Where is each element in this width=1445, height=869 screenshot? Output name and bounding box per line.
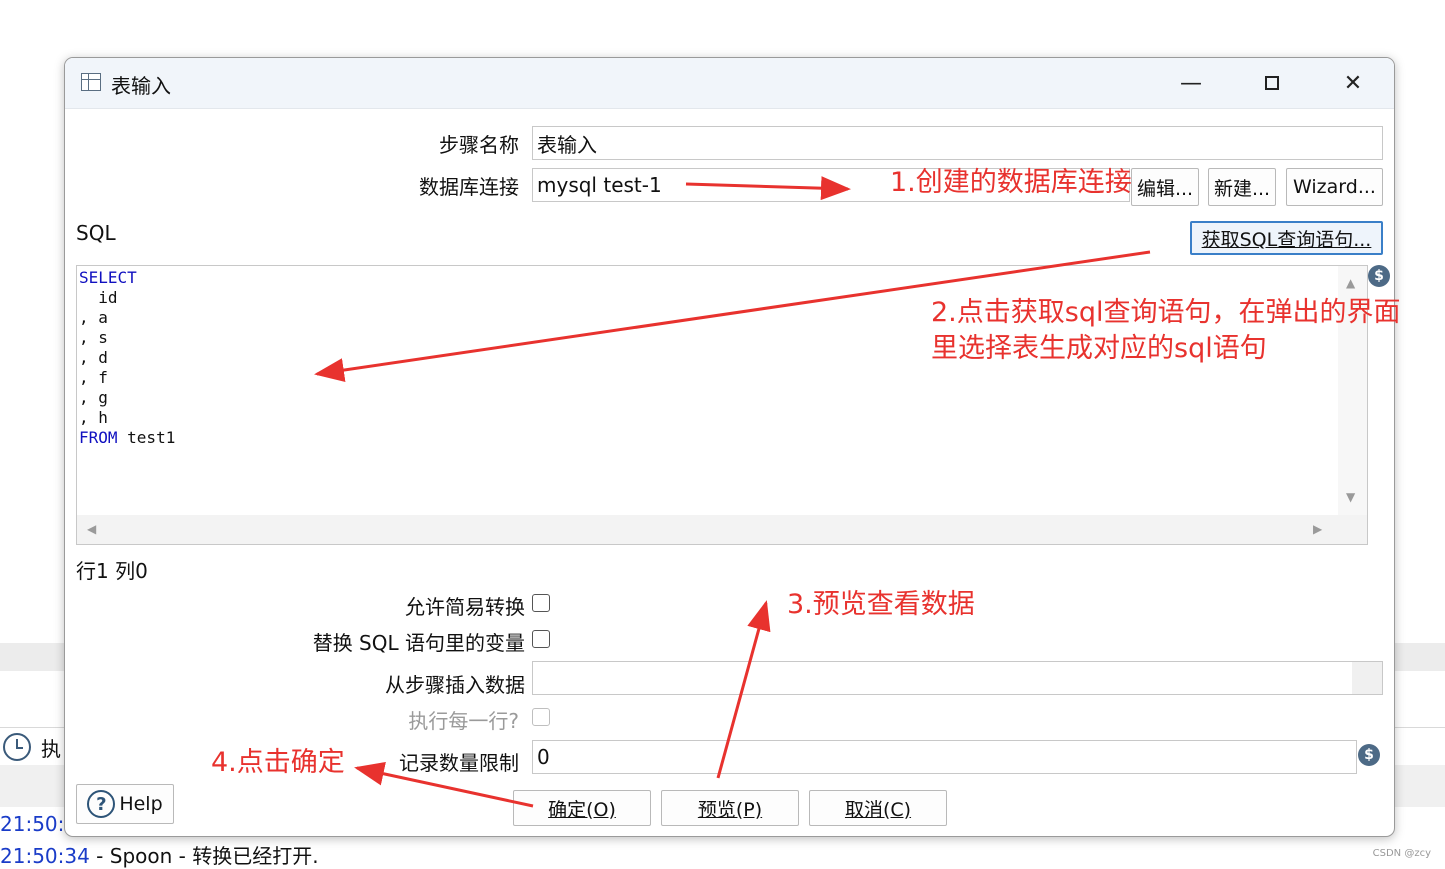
annotation-arrows [314,176,1151,808]
arrow-4 [354,761,534,808]
arrow-1 [685,176,851,201]
arrow-2 [314,250,1151,382]
arrow-3 [716,600,771,779]
